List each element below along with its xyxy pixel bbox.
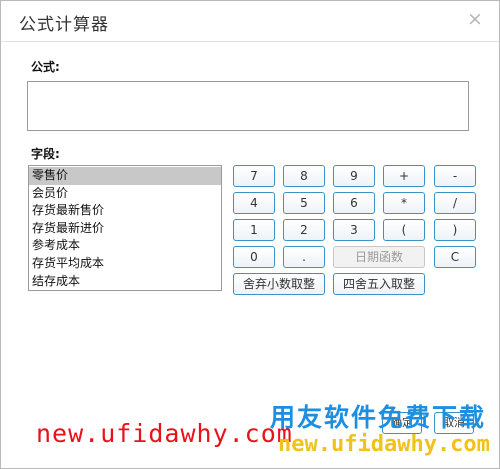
key-minus-button[interactable]: -: [434, 165, 476, 187]
truncate-decimal-button[interactable]: 舍弃小数取整: [233, 273, 325, 295]
field-item-member-price[interactable]: 会员价: [29, 185, 221, 203]
watermark-url-right: new.ufidawhy.com: [278, 432, 490, 457]
key-2-button[interactable]: 2: [283, 219, 325, 241]
field-list[interactable]: 零售价 会员价 存货最新售价 存货最新进价 参考成本 存货平均成本 结存成本: [28, 165, 222, 291]
key-9-button[interactable]: 9: [333, 165, 375, 187]
key-4-button[interactable]: 4: [233, 192, 275, 214]
key-clear-button[interactable]: C: [434, 246, 476, 268]
key-3-button[interactable]: 3: [333, 219, 375, 241]
field-item-ending-cost[interactable]: 结存成本: [29, 273, 221, 290]
key-open-paren-button[interactable]: (: [383, 219, 425, 241]
key-1-button[interactable]: 1: [233, 219, 275, 241]
key-0-button[interactable]: 0: [233, 246, 275, 268]
key-7-button[interactable]: 7: [233, 165, 275, 187]
close-icon[interactable]: ×: [465, 7, 485, 31]
field-item-reference-cost[interactable]: 参考成本: [29, 237, 221, 255]
field-item-latest-sale-price[interactable]: 存货最新售价: [29, 202, 221, 220]
watermark-slogan: 用友软件免费下载: [270, 403, 487, 432]
key-decimal-button[interactable]: .: [283, 246, 325, 268]
key-divide-button[interactable]: /: [434, 192, 476, 214]
field-item-latest-purchase-price[interactable]: 存货最新进价: [29, 220, 221, 238]
dialog-title: 公式计算器: [19, 15, 109, 35]
round-half-up-button[interactable]: 四舍五入取整: [333, 273, 425, 295]
watermark-url-left: new.ufidawhy.com: [36, 419, 293, 448]
dialog-titlebar: 公式计算器 ×: [1, 1, 499, 42]
key-multiply-button[interactable]: *: [383, 192, 425, 214]
key-5-button[interactable]: 5: [283, 192, 325, 214]
date-function-button[interactable]: 日期函数: [333, 246, 425, 268]
key-close-paren-button[interactable]: ): [434, 219, 476, 241]
fields-label: 字段:: [31, 147, 60, 161]
field-item-retail-price[interactable]: 零售价: [29, 167, 221, 185]
key-8-button[interactable]: 8: [283, 165, 325, 187]
key-6-button[interactable]: 6: [333, 192, 375, 214]
key-plus-button[interactable]: +: [383, 165, 425, 187]
formula-label: 公式:: [31, 60, 60, 74]
formula-input[interactable]: [27, 81, 469, 131]
field-item-average-cost[interactable]: 存货平均成本: [29, 255, 221, 273]
